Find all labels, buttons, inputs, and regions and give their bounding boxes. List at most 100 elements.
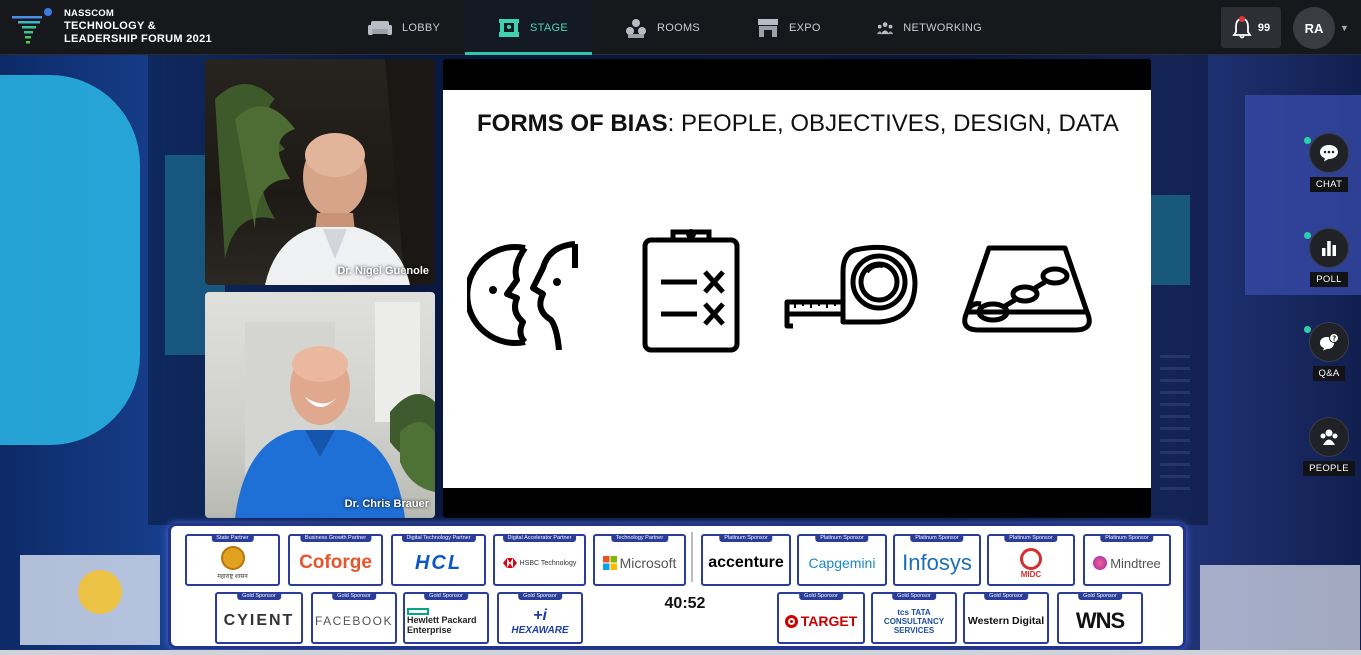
poll-button[interactable]: [1309, 228, 1349, 268]
sponsor-coforge[interactable]: Business Growth Partner Coforge: [288, 534, 383, 586]
sponsor-logo: CYIENT: [223, 612, 295, 629]
speaker-video-2[interactable]: Dr. Chris Brauer: [205, 292, 435, 518]
horizontal-scrollbar[interactable]: [0, 650, 1361, 655]
sponsor-tag: Digital Technology Partner: [401, 534, 476, 542]
tool-chat-label: CHAT: [1309, 177, 1349, 192]
sponsor-tag: Platinum Sponsor: [1004, 534, 1058, 542]
background-screen-right: [1200, 565, 1360, 650]
sponsor-infosys[interactable]: Platinum Sponsor Infosys: [893, 534, 981, 586]
nav-rooms[interactable]: ROOMS: [592, 0, 722, 55]
bell-icon: [1232, 15, 1252, 38]
chat-icon: [1320, 145, 1338, 162]
sponsor-hpe[interactable]: Gold Sponsor Hewlett Packard Enterprise: [403, 592, 489, 644]
microsoft-logo-icon: [602, 556, 617, 570]
sponsor-tcs[interactable]: Gold Sponsor tcs TATA CONSULTANCY SERVIC…: [871, 592, 957, 644]
sponsor-western-digital[interactable]: Gold Sponsor Western Digital: [963, 592, 1049, 644]
nav-expo-label: EXPO: [789, 21, 821, 34]
session-timer: 40:52: [664, 595, 706, 612]
nav-expo[interactable]: EXPO: [722, 0, 842, 55]
tool-people-label: PEOPLE: [1303, 461, 1355, 476]
slide-title: FORMS OF BIAS: PEOPLE, OBJECTIVES, DESIG…: [477, 110, 1119, 138]
sponsor-tag: Platinum Sponsor: [719, 534, 773, 542]
speaker-photo: [235, 302, 435, 518]
sponsor-logo: Western Digital: [967, 615, 1045, 627]
online-indicator: [1304, 137, 1311, 144]
speaker-photo: [215, 59, 435, 285]
sponsor-tag: Platinum Sponsor: [815, 534, 869, 542]
tool-qa-label: Q&A: [1312, 366, 1346, 381]
sponsor-tag: Gold Sponsor: [1078, 592, 1122, 600]
nav-rooms-label: ROOMS: [657, 21, 701, 34]
nav-networking[interactable]: NETWORKING: [842, 0, 982, 55]
sponsor-logo: tcs TATA CONSULTANCY SERVICES: [883, 607, 945, 635]
sponsor-microsoft[interactable]: Technology Partner Microsoft: [593, 534, 686, 586]
rooms-icon: [626, 18, 646, 38]
sponsor-tag: Gold Sponsor: [892, 592, 936, 600]
sponsor-logo: Coforge: [299, 552, 372, 573]
expo-icon: [758, 18, 778, 37]
chat-button[interactable]: [1309, 133, 1349, 173]
notifications-button[interactable]: 99: [1221, 7, 1281, 48]
nav-networking-label: NETWORKING: [903, 21, 982, 34]
sponsor-logo: accenture: [708, 554, 784, 571]
background-light-panel: [0, 75, 140, 445]
data-scroll-icon: [962, 245, 1092, 333]
sponsor-facebook[interactable]: Gold Sponsor FACEBOOK: [311, 592, 397, 644]
speaker-name: Dr. Chris Brauer: [344, 498, 429, 510]
sponsor-banner: State Partner महाराष्ट्र शासन Business G…: [168, 523, 1186, 649]
sponsor-cyient[interactable]: Gold Sponsor CYIENT: [215, 592, 303, 644]
sponsor-tag: Gold Sponsor: [799, 592, 843, 600]
sponsor-wns[interactable]: Gold Sponsor WNS: [1057, 592, 1143, 644]
user-avatar[interactable]: RA: [1293, 7, 1335, 49]
sponsor-state-partner[interactable]: State Partner महाराष्ट्र शासन: [185, 534, 280, 586]
online-indicator: [1304, 326, 1311, 333]
nasscom-logo-icon: [12, 8, 52, 44]
brand-line-2: TECHNOLOGY &: [64, 20, 157, 32]
sponsor-target[interactable]: Gold Sponsor TARGET: [777, 592, 865, 644]
slide-title-bold: FORMS OF BIAS: [477, 110, 668, 137]
hpe-logo-icon: [407, 607, 429, 615]
top-bar: NASSCOM TECHNOLOGY & LEADERSHIP FORUM 20…: [0, 0, 1361, 55]
faces-icon: [467, 241, 578, 350]
sponsor-accenture[interactable]: Platinum Sponsor accenture: [701, 534, 791, 586]
notification-count: 99: [1257, 21, 1271, 34]
qa-button[interactable]: ?: [1309, 322, 1349, 362]
sponsor-hexaware[interactable]: Gold Sponsor +i HEXAWARE: [497, 592, 583, 644]
sofa-icon: [368, 20, 392, 35]
chevron-down-icon[interactable]: ▼: [1340, 23, 1349, 33]
main-nav: LOBBY STAGE ROOMS EXPO NETWORKING: [350, 0, 982, 55]
sponsor-hsbc[interactable]: Digital Accelerator Partner HSBC Technol…: [493, 534, 586, 586]
maharashtra-emblem-icon: [220, 546, 245, 570]
sponsor-tag: Digital Accelerator Partner: [502, 534, 577, 542]
speaker-name: Dr. Nigel Guenole: [337, 265, 429, 277]
tool-poll[interactable]: POLL: [1302, 228, 1356, 287]
people-button[interactable]: [1309, 417, 1349, 457]
background-emblem: [78, 570, 122, 614]
mindtree-logo-icon: [1093, 556, 1108, 570]
sponsor-logo: महाराष्ट्र शासन: [217, 574, 248, 580]
sponsor-logo: FACEBOOK: [314, 614, 394, 628]
sponsor-logo: Capgemini: [808, 555, 876, 571]
nav-lobby[interactable]: LOBBY: [350, 0, 465, 55]
qa-icon: ?: [1320, 333, 1339, 351]
sponsor-logo: MIDC: [1020, 569, 1042, 579]
tape-measure-icon: [784, 244, 918, 329]
sponsor-midc[interactable]: Platinum Sponsor MIDC: [987, 534, 1075, 586]
tool-qa[interactable]: ? Q&A: [1302, 322, 1356, 381]
sponsor-tag: Gold Sponsor: [237, 592, 281, 600]
sponsor-logo: TARGET: [800, 613, 858, 629]
sponsor-capgemini[interactable]: Platinum Sponsor Capgemini: [797, 534, 887, 586]
sponsor-hcl[interactable]: Digital Technology Partner HCL: [391, 534, 486, 586]
midc-emblem-icon: [1020, 547, 1042, 570]
nav-stage[interactable]: STAGE: [465, 0, 592, 55]
brand-line-3: LEADERSHIP FORUM 2021: [64, 33, 212, 45]
sponsor-tag: Platinum Sponsor: [910, 534, 964, 542]
tool-chat[interactable]: CHAT: [1302, 133, 1356, 192]
brand-line-1: NASSCOM: [64, 8, 114, 19]
speaker-video-1[interactable]: Dr. Nigel Guenole: [205, 59, 435, 285]
brand-logo[interactable]: NASSCOM TECHNOLOGY & LEADERSHIP FORUM 20…: [10, 7, 212, 47]
tool-people[interactable]: PEOPLE: [1302, 417, 1356, 476]
event-app: NASSCOM TECHNOLOGY & LEADERSHIP FORUM 20…: [0, 0, 1361, 655]
sponsor-mindtree[interactable]: Platinum Sponsor Mindtree: [1083, 534, 1171, 586]
people-icon: [1320, 429, 1338, 445]
